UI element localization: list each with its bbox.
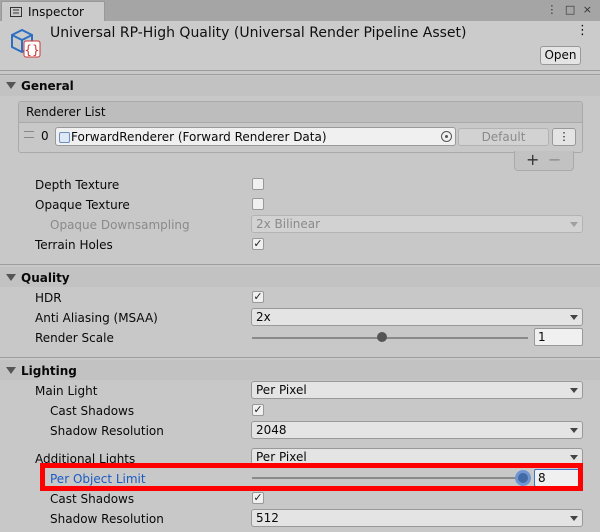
set-default-button[interactable]: Default [458,128,549,146]
section-quality[interactable]: Quality [0,267,600,287]
render-scale-label: Render Scale [35,331,114,345]
dropdown-value: 2x Bilinear [256,217,321,231]
chevron-down-icon [570,455,578,460]
inspector-header: {} Universal RP-High Quality (Universal … [0,21,600,71]
dropdown-value: Per Pixel [256,450,307,464]
svg-text:{}: {} [24,43,39,57]
opaque-downsampling-dropdown: 2x Bilinear [251,215,583,233]
render-scale-slider-thumb[interactable] [377,332,387,342]
checkmark-icon: ✓ [253,290,263,303]
render-scale-value: 1 [538,330,546,344]
tab-bar: Inspector ⋮ □ × [0,0,600,22]
main-shadow-resolution-dropdown[interactable]: 2048 [251,421,583,439]
additional-cast-shadows-checkbox[interactable]: ✓ [252,492,264,504]
object-picker-icon[interactable] [441,131,452,142]
terrain-holes-label: Terrain Holes [35,238,113,252]
renderer-index: 0 [41,129,49,143]
foldout-arrow-icon[interactable] [6,367,16,374]
chevron-down-icon [570,388,578,393]
pipeline-asset-icon: {} [11,28,41,58]
depth-texture-checkbox[interactable] [252,178,264,190]
renderer-field-value: ForwardRenderer (Forward Renderer Data) [71,130,327,144]
depth-texture-label: Depth Texture [35,178,120,192]
hdr-checkbox[interactable]: ✓ [252,291,264,303]
main-light-label: Main Light [35,384,98,398]
dropdown-value: Per Pixel [256,383,307,397]
hdr-label: HDR [35,291,62,305]
renderer-menu-button[interactable]: ⋮ [552,128,576,146]
section-title: Lighting [21,364,77,378]
chevron-down-icon [570,222,578,227]
main-cast-shadows-label: Cast Shadows [50,404,135,418]
header-menu-icon[interactable]: ⋮ [576,23,589,38]
main-cast-shadows-checkbox[interactable]: ✓ [252,404,264,416]
highlight-annotation [40,463,583,491]
remove-icon[interactable]: − [548,150,561,169]
tab-inspector[interactable]: Inspector [1,1,105,21]
open-button[interactable]: Open [540,46,581,65]
msaa-dropdown[interactable]: 2x [251,308,583,326]
main-shadow-resolution-label: Shadow Resolution [50,424,164,438]
picker-dot [445,135,448,138]
chevron-down-icon [570,315,578,320]
checkmark-icon: ✓ [253,237,263,250]
checkmark-icon: ✓ [253,491,263,504]
msaa-label: Anti Aliasing (MSAA) [35,311,158,325]
checkmark-icon: ✓ [253,403,263,416]
renderer-data-icon [59,132,70,143]
foldout-arrow-icon[interactable] [6,274,16,281]
list-add-remove: + − [514,150,574,171]
dropdown-value: 2048 [256,423,287,437]
additional-cast-shadows-label: Cast Shadows [50,492,135,506]
section-divider [0,264,600,265]
asset-title: Universal RP-High Quality (Universal Ren… [50,25,467,41]
window-controls-icon[interactable]: ⋮ □ × [546,3,594,16]
opaque-downsampling-label: Opaque Downsampling [50,218,190,232]
dropdown-value: 2x [256,310,271,324]
render-scale-slider-track[interactable] [252,337,528,339]
section-title: Quality [21,271,70,285]
render-scale-field[interactable]: 1 [534,328,583,346]
drag-handle-icon[interactable] [24,131,34,138]
section-general[interactable]: General [0,76,600,96]
tab-label: Inspector [28,5,84,19]
section-lighting[interactable]: Lighting [0,360,600,380]
add-icon[interactable]: + [526,150,539,169]
chevron-down-icon [570,516,578,521]
main-light-dropdown[interactable]: Per Pixel [251,381,583,399]
renderer-object-field[interactable]: ForwardRenderer (Forward Renderer Data) [55,127,456,146]
foldout-arrow-icon[interactable] [6,82,16,89]
opaque-texture-checkbox[interactable] [252,198,264,210]
chevron-down-icon [570,428,578,433]
additional-shadow-resolution-dropdown[interactable]: 512 [251,509,583,527]
terrain-holes-checkbox[interactable]: ✓ [252,238,264,250]
opaque-texture-label: Opaque Texture [35,198,130,212]
section-title: General [21,79,74,93]
section-divider [0,74,600,75]
renderer-list-header: Renderer List [19,102,582,123]
section-divider [0,357,600,358]
info-icon [10,7,22,17]
additional-shadow-resolution-label: Shadow Resolution [50,512,164,526]
renderer-list-label: Renderer List [26,105,106,119]
dropdown-value: 512 [256,511,279,525]
